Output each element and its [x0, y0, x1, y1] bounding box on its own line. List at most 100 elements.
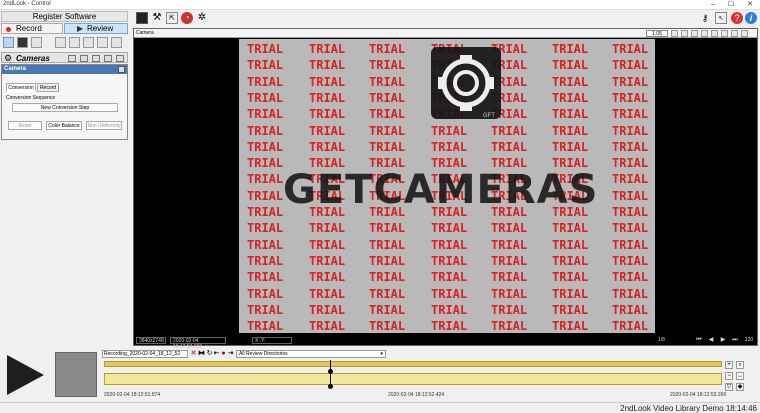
- review-mode-button[interactable]: ▶ Review: [64, 23, 128, 34]
- export-icon[interactable]: ⇱: [166, 12, 178, 24]
- fps-readout: 120: [744, 337, 754, 343]
- stop-icon[interactable]: [55, 352, 97, 397]
- trial-watermark: TRIAL: [369, 270, 406, 285]
- camera-image[interactable]: TRIAL TRIAL TRIAL TRIAL TRIAL TRIAL TRIAL TRIAL…: [239, 39, 655, 333]
- trial-row: TRIAL TRIAL TRIAL TRIAL TRIAL TRIAL TRIAL: [239, 287, 655, 303]
- display-icon[interactable]: [136, 12, 148, 24]
- zoom-value[interactable]: 1.05: [646, 30, 668, 37]
- minimize-button[interactable]: –: [704, 0, 722, 10]
- camera-add-icon[interactable]: [83, 37, 94, 48]
- non-uniformity-button[interactable]: Non Uniformity: [86, 121, 122, 130]
- mark-icon[interactable]: ●: [220, 350, 227, 358]
- camera-panel-titlebar: Camera: [2, 65, 127, 74]
- jump-start-icon[interactable]: ⇤: [213, 350, 220, 358]
- jump-end-icon[interactable]: ⇥: [227, 350, 234, 358]
- trial-watermark: TRIAL: [309, 107, 346, 122]
- trial-watermark: TRIAL: [247, 188, 284, 203]
- trial-row: TRIAL TRIAL TRIAL TRIAL TRIAL TRIAL TRIAL: [239, 319, 655, 333]
- trial-watermark: TRIAL: [612, 253, 649, 268]
- snapshot-icon[interactable]: [731, 30, 738, 37]
- trial-watermark: TRIAL: [247, 172, 284, 187]
- list-icon[interactable]: [80, 55, 88, 62]
- fit-timeline-icon[interactable]: ↔: [736, 372, 744, 380]
- histogram-icon[interactable]: [721, 30, 728, 37]
- zoom-out-icon[interactable]: [691, 30, 698, 37]
- camera-view-titlebar: Camera 1.05: [134, 29, 757, 38]
- camera-panel-close-icon[interactable]: [118, 66, 125, 73]
- cameras-title: Cameras: [16, 54, 50, 63]
- trial-watermark: TRIAL: [612, 237, 649, 252]
- last-frame-icon[interactable]: ⏭: [730, 336, 740, 345]
- playhead-handle-bottom[interactable]: [328, 384, 333, 389]
- speed-gauge-icon[interactable]: ◔: [181, 12, 193, 24]
- register-software-button[interactable]: Register Software: [1, 11, 128, 22]
- ruler-icon[interactable]: [711, 30, 718, 37]
- crosshair-icon[interactable]: [701, 30, 708, 37]
- menu-icon[interactable]: [92, 55, 100, 62]
- close-button[interactable]: ✕: [741, 0, 759, 10]
- color-balance-button[interactable]: Color Balance: [46, 121, 82, 130]
- window-title: 2ndLook - Control: [3, 1, 51, 7]
- expand-icon[interactable]: [111, 37, 122, 48]
- trial-watermark: TRIAL: [247, 270, 284, 285]
- fit-icon[interactable]: [671, 30, 678, 37]
- recording-select[interactable]: Recording_2020-02-04_18_12_52: [102, 350, 188, 358]
- zoom-in-timeline-icon[interactable]: +: [725, 361, 733, 369]
- filter-icon[interactable]: ▽: [725, 383, 733, 391]
- settings-gear-icon[interactable]: ✲: [196, 12, 208, 24]
- trial-watermark: TRIAL: [612, 286, 649, 301]
- directory-select[interactable]: All Review Directories ▾: [236, 350, 386, 358]
- monitor-icon[interactable]: [17, 37, 28, 48]
- help-icon[interactable]: ?: [731, 12, 743, 24]
- search-icon[interactable]: ⌕: [736, 361, 744, 369]
- getcameras-logo-icon: GFT: [431, 47, 501, 119]
- mid-time: 2020-02-04 18:12:52.424: [388, 392, 445, 398]
- review-label: Review: [87, 24, 114, 33]
- maximize-button[interactable]: ☐: [722, 0, 740, 10]
- trial-watermark: TRIAL: [247, 319, 284, 333]
- key-icon[interactable]: ⚷: [699, 12, 711, 24]
- delete-icon[interactable]: ✕: [190, 350, 197, 358]
- camera-settings-icon[interactable]: [31, 37, 42, 48]
- gear-icon[interactable]: ⚙: [4, 53, 12, 64]
- camera-remove-icon[interactable]: [97, 37, 108, 48]
- camera-small-icon[interactable]: [68, 55, 76, 62]
- info-icon[interactable]: i: [745, 12, 757, 24]
- tab-conversion[interactable]: Conversion: [6, 83, 36, 92]
- trim-icon[interactable]: ⧓: [198, 350, 205, 358]
- timeline-overview-track[interactable]: [104, 361, 722, 367]
- cursor-icon[interactable]: ↖: [715, 12, 727, 24]
- trial-watermark: TRIAL: [369, 74, 406, 89]
- play-icon[interactable]: [4, 353, 48, 397]
- grid-layout-icon[interactable]: [55, 37, 66, 48]
- trial-watermark: TRIAL: [552, 286, 589, 301]
- trial-watermark: TRIAL: [369, 319, 406, 333]
- tab-record[interactable]: Record: [37, 83, 59, 92]
- tools-icon[interactable]: ⚒: [151, 12, 163, 24]
- trial-watermark: TRIAL: [612, 188, 649, 203]
- reset-button[interactable]: Reset: [8, 121, 42, 130]
- camera-settings-small-icon[interactable]: [104, 55, 112, 62]
- timeline-detail-track[interactable]: [104, 373, 722, 385]
- directory-select-value: All Review Directories: [239, 351, 288, 357]
- record-mode-button[interactable]: Record: [1, 23, 63, 34]
- playhead-handle-top[interactable]: [328, 369, 333, 374]
- trial-watermark: TRIAL: [612, 58, 649, 73]
- trial-watermark: TRIAL: [309, 74, 346, 89]
- new-conversion-step-button[interactable]: New Conversion Step: [12, 103, 118, 112]
- trial-watermark: TRIAL: [552, 237, 589, 252]
- first-frame-icon[interactable]: ⏮: [694, 336, 704, 345]
- cameras-icon[interactable]: [3, 37, 14, 48]
- camera-icon[interactable]: [69, 37, 80, 48]
- trial-watermark: TRIAL: [612, 172, 649, 187]
- trial-watermark: TRIAL: [247, 205, 284, 219]
- prev-frame-icon[interactable]: ◀: [706, 336, 716, 345]
- loop-icon[interactable]: ↻: [206, 350, 213, 358]
- zoom-out-timeline-icon[interactable]: −: [725, 372, 733, 380]
- next-frame-icon[interactable]: ▶: [718, 336, 728, 345]
- close-view-icon[interactable]: [741, 30, 748, 37]
- zoom-in-icon[interactable]: [681, 30, 688, 37]
- marker-icon[interactable]: ◆: [736, 383, 744, 391]
- trial-watermark: TRIAL: [552, 74, 589, 89]
- close-panel-icon[interactable]: [116, 55, 124, 62]
